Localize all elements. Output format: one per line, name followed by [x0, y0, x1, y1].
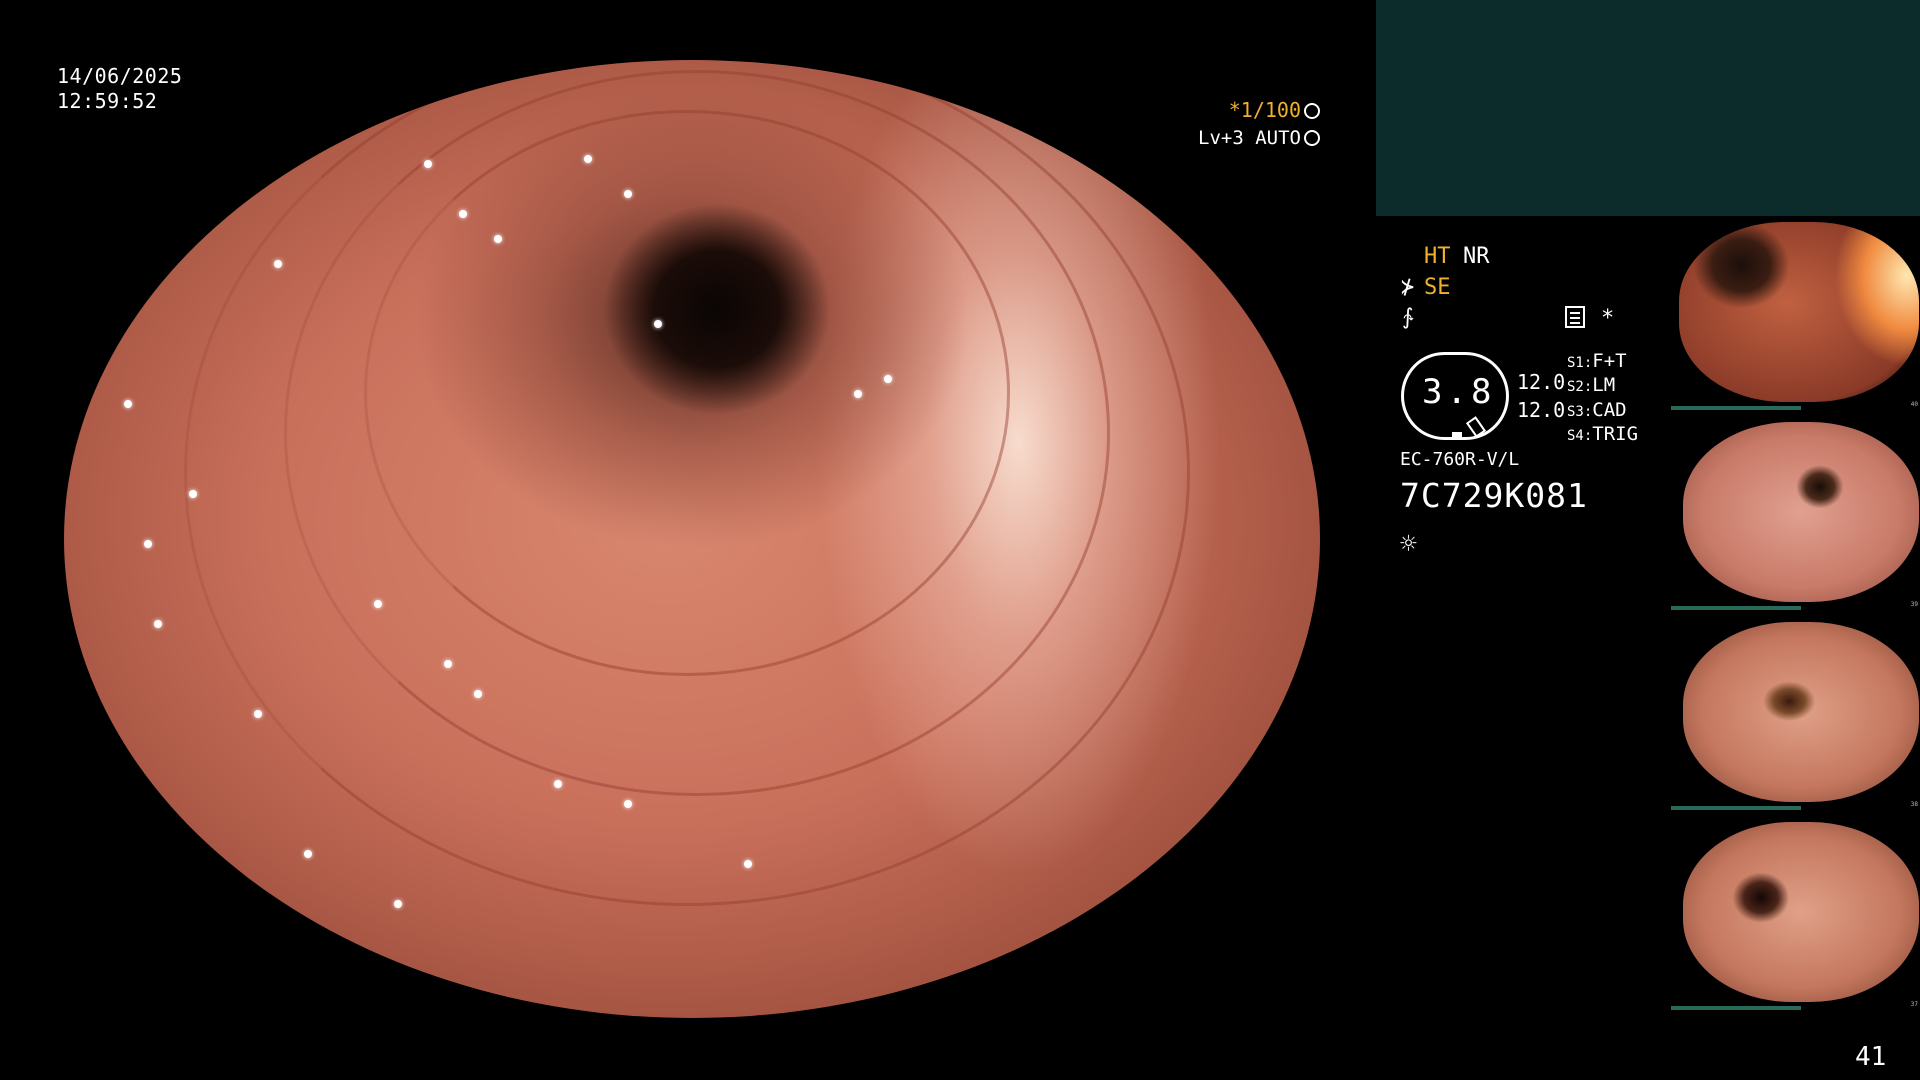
- iris-icon: [1304, 130, 1320, 146]
- value-1: 12.0: [1517, 370, 1566, 394]
- aperture-icon: [1304, 103, 1320, 119]
- switch-1-key: S1:: [1567, 355, 1593, 371]
- thumbnail-4[interactable]: 37: [1671, 816, 1920, 1010]
- thumbnail-bar: [1671, 1006, 1801, 1010]
- switch-3-value: CAD: [1592, 399, 1627, 421]
- thumbnail-image: [1683, 622, 1919, 802]
- thumbnail-image: [1683, 822, 1919, 1002]
- switch-4-key: S4:: [1567, 428, 1593, 444]
- level-text: Lv+3 AUTO: [1198, 127, 1301, 149]
- thumbnail-number: 40: [1910, 401, 1918, 408]
- switch-4: S4:TRIG: [1567, 422, 1638, 448]
- datetime-display: 14/06/2025 12:59:52: [57, 64, 182, 114]
- level-indicator: Lv+3 AUTO: [1198, 127, 1320, 149]
- endoscope-main-image: [64, 60, 1320, 1018]
- switch-2-key: S2:: [1567, 379, 1593, 395]
- thumbnail-2[interactable]: 39: [1671, 416, 1920, 610]
- thumbnail-bar: [1671, 806, 1801, 810]
- thumbnail-number: 39: [1910, 601, 1918, 608]
- zoom-indicator: *1/100: [1229, 98, 1320, 122]
- freeze-icon: ∱: [1402, 305, 1414, 330]
- zoom-text: *1/100: [1228, 98, 1301, 122]
- star-icon: *: [1601, 306, 1615, 331]
- switch-3-key: S3:: [1567, 404, 1593, 420]
- top-right-panel: [1376, 0, 1920, 216]
- thumbnail-image: [1679, 222, 1919, 402]
- nr-label: NR: [1463, 244, 1490, 269]
- thumbnail-number: 38: [1910, 801, 1918, 808]
- thumbnail-number: 37: [1910, 1001, 1918, 1008]
- gauge-value: 3.8: [1422, 372, 1496, 412]
- thumbnail-bar: [1671, 406, 1801, 410]
- light-icon: ☼: [1400, 527, 1417, 560]
- page-number: 41: [1855, 1042, 1887, 1072]
- thumbnail-image: [1683, 422, 1919, 602]
- switch-4-value: TRIG: [1592, 423, 1639, 445]
- thumbnail-1[interactable]: 40: [1671, 216, 1920, 410]
- switch-3: S3:CAD: [1567, 398, 1627, 424]
- switch-2-value: LM: [1592, 374, 1616, 396]
- gauge-marker-icon: [1452, 432, 1462, 439]
- scope-serial: 7C729K081: [1400, 476, 1588, 515]
- switch-1: S1:F+T: [1567, 349, 1627, 375]
- thumbnail-bar: [1671, 606, 1801, 610]
- hook-icon: ⊁: [1401, 275, 1415, 300]
- date-text: 14/06/2025: [57, 64, 183, 88]
- value-2: 12.0: [1517, 398, 1566, 422]
- time-text: 12:59:52: [57, 89, 158, 113]
- scope-model: EC-760R-V/L: [1400, 449, 1520, 470]
- ht-label: HT: [1424, 244, 1451, 269]
- se-label: SE: [1424, 275, 1451, 300]
- thumbnail-3[interactable]: 38: [1671, 616, 1920, 810]
- switch-2: S2:LM: [1567, 373, 1615, 399]
- document-icon: [1565, 306, 1585, 328]
- switch-1-value: F+T: [1592, 350, 1627, 372]
